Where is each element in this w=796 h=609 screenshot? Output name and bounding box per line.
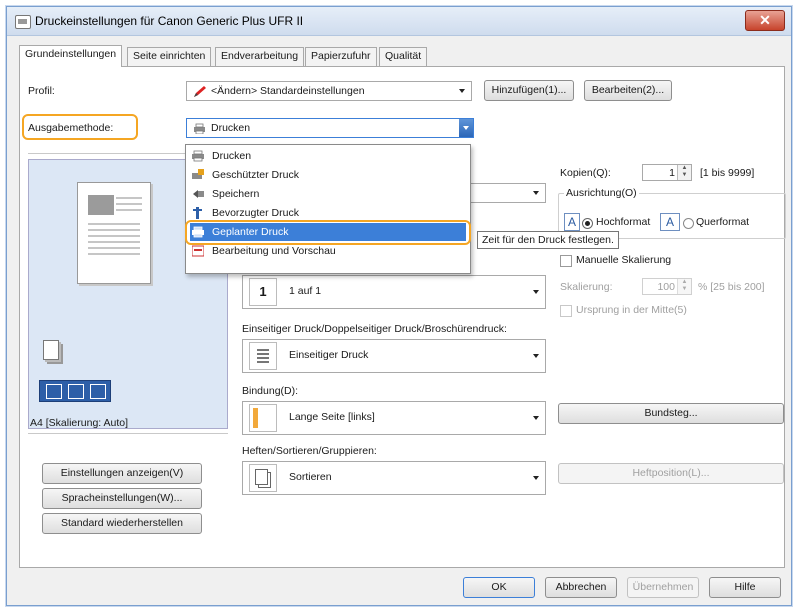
output-option-label: Geschützter Druck: [212, 169, 299, 181]
separator: [28, 433, 228, 434]
preview-page: [77, 182, 151, 284]
add-profile-button[interactable]: Hinzufügen(1)...: [484, 80, 574, 101]
binding-select[interactable]: Lange Seite [links]: [242, 401, 546, 435]
duplex-select[interactable]: Einseitiger Druck: [242, 339, 546, 373]
chevron-down-icon: [533, 476, 539, 480]
output-method-value: Drucken: [211, 122, 251, 134]
language-settings-button[interactable]: Spracheinstellungen(W)...: [42, 488, 202, 509]
tab-basic-settings[interactable]: Grundeinstellungen: [19, 45, 123, 67]
pages-per-sheet-icon: 1: [249, 278, 277, 306]
finishing-label: Heften/Sortieren/Gruppieren:: [242, 445, 377, 457]
output-option-label: Speichern: [212, 188, 260, 200]
portrait-radio[interactable]: [582, 218, 593, 229]
copies-label: Kopien(Q):: [560, 167, 611, 179]
profile-select[interactable]: <Ändern> Standardeinstellungen: [186, 81, 472, 101]
pencil-icon: [194, 86, 206, 97]
portrait-label: Hochformat: [596, 216, 651, 228]
scheduled-print-tooltip: Zeit für den Druck festlegen.: [477, 231, 619, 249]
tab-paper-source[interactable]: Papierzufuhr: [305, 47, 377, 66]
scheduled-print-highlight: [185, 220, 471, 245]
copies-stack-icon: [43, 340, 59, 360]
output-label-highlight: [22, 114, 138, 140]
scaling-value: 100: [657, 281, 675, 293]
origin-center-label: Ursprung in der Mitte(5): [576, 304, 687, 316]
binding-value: Lange Seite [links]: [289, 411, 375, 423]
duplex-value: Einseitiger Druck: [289, 349, 369, 361]
edit-preview-icon: [192, 245, 204, 257]
landscape-radio[interactable]: [683, 218, 694, 229]
preview-caption: A4 [Skalierung: Auto]: [30, 417, 129, 429]
title-bar[interactable]: Druckeinstellungen für Canon Generic Plu…: [7, 7, 791, 36]
output-method-dropdown: Drucken Geschützter Druck Speichern Bevo…: [185, 144, 471, 274]
copies-value: 1: [669, 167, 675, 179]
spin-arrows-icon[interactable]: ▲ ▼: [677, 165, 691, 180]
collate-icon: [249, 464, 277, 492]
spin-arrows-icon[interactable]: ▲ ▼: [677, 279, 691, 294]
ok-button[interactable]: OK: [463, 577, 535, 598]
finishing-select[interactable]: Sortieren: [242, 461, 546, 495]
staple-position-button[interactable]: Heftposition(L)...: [558, 463, 784, 484]
duplex-orientation-icon: [39, 380, 111, 402]
store-icon: [193, 190, 204, 198]
orientation-label: Ausrichtung(O): [564, 187, 639, 199]
profile-label: Profil:: [28, 85, 55, 97]
scaling-label: Skalierung:: [560, 281, 613, 293]
binding-left-icon: [249, 404, 277, 432]
help-button[interactable]: Hilfe: [709, 577, 781, 598]
show-settings-button[interactable]: Einstellungen anzeigen(V): [42, 463, 202, 484]
single-sided-icon: [249, 342, 277, 370]
landscape-label: Querformat: [696, 216, 750, 228]
basic-settings-panel: Profil: <Ändern> Standardeinstellungen H…: [19, 66, 786, 568]
duplex-label: Einseitiger Druck/Doppelseitiger Druck/B…: [242, 323, 507, 335]
landscape-icon: A: [660, 213, 680, 231]
tab-finishing[interactable]: Endverarbeitung: [215, 47, 305, 66]
scaling-stepper[interactable]: 100 ▲ ▼: [642, 278, 692, 295]
gutter-button[interactable]: Bundsteg...: [558, 403, 784, 424]
origin-center-checkbox[interactable]: [560, 305, 572, 317]
copies-range: [1 bis 9999]: [700, 167, 755, 179]
tab-page-setup[interactable]: Seite einrichten: [127, 47, 212, 66]
manual-scaling-checkbox[interactable]: [560, 255, 572, 267]
chevron-down-icon: [533, 191, 539, 195]
pages-per-sheet-select[interactable]: 1 1 auf 1: [242, 275, 546, 309]
chevron-down-icon: [533, 416, 539, 420]
portrait-icon: A: [564, 213, 580, 231]
chevron-down-icon: [533, 290, 539, 294]
output-option-secure-print[interactable]: Geschützter Druck: [190, 166, 466, 184]
output-option-label: Drucken: [212, 150, 252, 162]
printer-icon: [192, 150, 204, 162]
pages-per-sheet-value: 1 auf 1: [289, 285, 322, 297]
output-option-store[interactable]: Speichern: [190, 185, 466, 203]
cancel-button[interactable]: Abbrechen: [545, 577, 617, 598]
priority-print-icon: [193, 207, 202, 219]
apply-button[interactable]: Übernehmen: [627, 577, 699, 598]
binding-label: Bindung(D):: [242, 385, 299, 397]
profile-value: <Ändern> Standardeinstellungen: [211, 85, 365, 97]
scaling-range: % [25 bis 200]: [698, 281, 765, 293]
secure-print-icon: [192, 169, 204, 179]
tab-quality[interactable]: Qualität: [379, 47, 428, 66]
close-button[interactable]: ✕: [745, 10, 785, 31]
print-settings-window: Druckeinstellungen für Canon Generic Plu…: [6, 6, 792, 606]
printer-icon: [194, 123, 205, 134]
chevron-down-icon: [463, 126, 469, 130]
edit-profile-button[interactable]: Bearbeiten(2)...: [584, 80, 672, 101]
output-method-select[interactable]: Drucken: [186, 118, 474, 138]
window-title: Druckeinstellungen für Canon Generic Plu…: [35, 14, 304, 28]
manual-scaling-label: Manuelle Skalierung: [576, 254, 672, 266]
copies-stepper[interactable]: 1 ▲ ▼: [642, 164, 692, 181]
restore-defaults-button[interactable]: Standard wiederherstellen: [42, 513, 202, 534]
output-option-print[interactable]: Drucken: [190, 147, 466, 165]
chevron-down-icon: [533, 354, 539, 358]
chevron-down-icon: [459, 89, 465, 93]
finishing-value: Sortieren: [289, 471, 332, 483]
printer-icon: [15, 15, 31, 29]
